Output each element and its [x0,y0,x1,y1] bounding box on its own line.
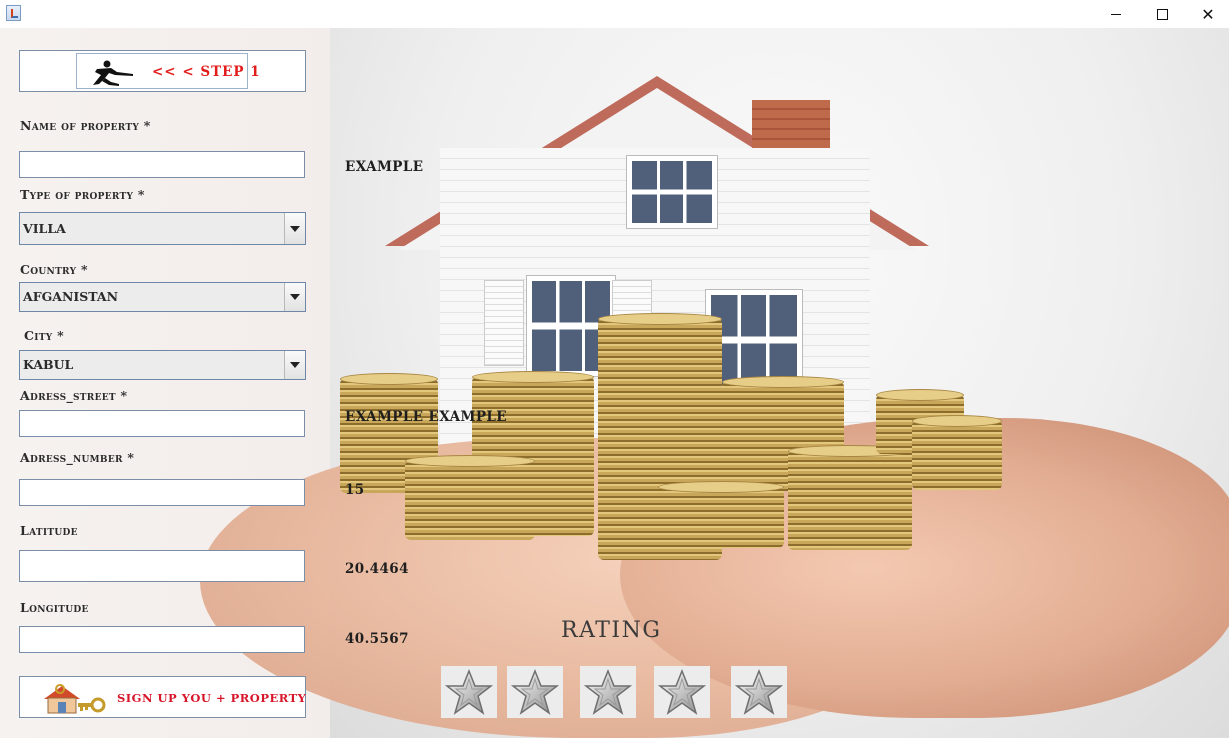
runner-icon [93,60,133,86]
star-icon[interactable] [441,666,497,718]
step-1-label: << < STEP 1 [152,64,261,80]
rating-title: RATING [561,618,662,643]
city-label: City * [24,328,64,343]
maximize-icon[interactable] [1139,0,1185,28]
preview-latitude: 20.4464 [345,561,409,577]
number-field[interactable] [19,479,305,506]
street-field[interactable] [19,410,305,437]
latitude-label: Latitude [20,523,78,538]
city-dropdown[interactable]: KABUL [19,350,306,380]
preview-street: EXAMPLE EXAMPLE [345,409,507,425]
number-label: Adress_number * [20,450,135,465]
preview-name: EXAMPLE [345,159,424,175]
minimize-icon[interactable] [1093,0,1139,28]
sign-up-button[interactable]: SIGN UP YOU + PROPERTY [19,676,306,718]
java-app-icon [6,5,21,21]
country-selected-value: AFGANISTAN [23,289,118,304]
star-icon[interactable] [731,666,787,718]
country-dropdown[interactable]: AFGANISTAN [19,282,306,312]
house-key-icon [44,684,106,714]
preview-number: 15 [345,482,365,498]
step-1-button[interactable]: << < STEP 1 [19,50,306,92]
longitude-field[interactable] [19,626,305,653]
type-chevron-down-icon[interactable] [284,213,305,244]
longitude-label: Longitude [20,600,89,615]
preview-longitude: 40.5567 [345,631,409,647]
close-icon[interactable]: ✕ [1185,0,1229,28]
star-icon[interactable] [580,666,636,718]
country-chevron-down-icon[interactable] [284,283,305,311]
title-bar: ✕ [0,0,1229,28]
type-label: Type of property * [20,187,145,202]
city-chevron-down-icon[interactable] [284,351,305,379]
name-label: Name of property * [20,118,151,133]
star-icon[interactable] [507,666,563,718]
street-label: Adress_street * [20,388,128,403]
step-1-button-inner[interactable]: << < STEP 1 [76,53,260,89]
sign-up-label: SIGN UP YOU + PROPERTY [117,691,307,705]
type-dropdown[interactable]: VILLA [19,212,306,245]
main-panel: << < STEP 1 Name of property * Type of p… [0,28,1229,738]
country-label: Country * [20,262,88,277]
latitude-field[interactable] [19,550,305,582]
type-selected-value: VILLA [23,221,66,236]
star-icon[interactable] [654,666,710,718]
city-selected-value: KABUL [23,357,74,372]
name-field[interactable] [19,151,305,178]
